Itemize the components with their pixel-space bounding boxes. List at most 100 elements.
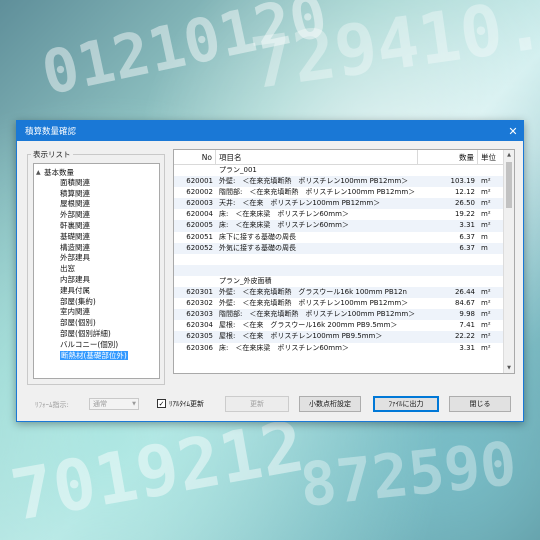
column-header-unit[interactable]: 単位: [478, 150, 506, 164]
cell-name: 床: ＜在来床梁 ポリスチレン60mm＞: [219, 210, 349, 219]
cell-name: 外気に接する基礎の周長: [219, 243, 296, 252]
cell-no: 620051: [186, 232, 213, 241]
cell-unit: m²: [481, 321, 491, 330]
table-row[interactable]: 620304 屋根: ＜在来 グラスウール16k 200mm PB9.5mm＞ 7.…: [174, 320, 514, 331]
cell-name: 外壁: ＜在来充填断熱 グラスウール16k 100mm PB12n: [219, 288, 407, 297]
tree-item[interactable]: 部屋(個別詳細): [34, 329, 159, 340]
tree-item[interactable]: バルコニー(個別): [34, 340, 159, 351]
table-row[interactable]: [174, 264, 514, 276]
close-icon[interactable]: ✕: [503, 121, 523, 141]
cell-no: 620003: [186, 199, 213, 208]
tree-item-label: 室内関連: [60, 307, 90, 317]
cell-name: [216, 254, 418, 265]
display-list-tree[interactable]: ▲ 基本数量 面積関連積算関連 屋根関連 外部関連 軒裏関連 基礎関連 構造関連 外部建具出…: [33, 163, 160, 379]
tree-item-label: 部屋(個別詳細): [60, 328, 111, 338]
tree-root[interactable]: ▲ 基本数量: [34, 167, 159, 178]
quantity-table: No 項目名 数量 単位 プラン_001 620001 外壁: ＜在来充填断熱 ポリ…: [173, 149, 515, 374]
cell-no: 620005: [186, 221, 213, 230]
cell-name: 屋根: ＜在来 グラスウール16k 200mm PB9.5mm＞: [219, 321, 398, 330]
collapse-icon[interactable]: ▲: [36, 169, 44, 176]
column-header-no[interactable]: No: [174, 150, 216, 164]
tree-item-label: 出窓: [60, 264, 75, 274]
background-digits: 01210120: [35, 0, 334, 110]
tree-item[interactable]: 出窓: [34, 264, 159, 275]
cell-no: 620052: [186, 243, 213, 252]
realtime-update-label[interactable]: ﾘｱﾙﾀｲﾑ更新: [169, 399, 204, 409]
tree-item[interactable]: 部屋(集約): [34, 297, 159, 308]
table-row[interactable]: 620002 階間部: ＜在来充填断熱 ポリスチレン100mm PB12mm＞ 12…: [174, 187, 514, 198]
tree-item[interactable]: 室内関連: [34, 307, 159, 318]
cell-qty: 103.19: [450, 177, 476, 186]
cell-unit: m²: [481, 332, 491, 341]
table-row[interactable]: 620302 外壁: ＜在来充填断熱 ポリスチレン100mm PB12mm＞ 84.…: [174, 298, 514, 309]
scroll-up-icon[interactable]: ▲: [504, 150, 514, 160]
tree-item[interactable]: 断熱材(基礎部位外): [34, 350, 159, 362]
column-header-quantity[interactable]: 数量: [418, 150, 478, 164]
cell-unit: m²: [481, 188, 491, 197]
cell-name: 床下に接する基礎の周長: [219, 232, 296, 241]
tree-item[interactable]: 屋根関連: [34, 199, 159, 210]
table-row[interactable]: 620301 外壁: ＜在来充填断熱 グラスウール16k 100mm PB12n 2…: [174, 287, 514, 299]
tree-item-label: 外部建具: [60, 253, 90, 263]
tree-item[interactable]: 部屋(個別): [34, 318, 159, 329]
table-row[interactable]: 620052 外気に接する基礎の周長 6.37 m: [174, 242, 514, 254]
export-file-button[interactable]: ﾌｧｲﾙに出力: [373, 396, 439, 412]
tree-item[interactable]: 面積関連: [34, 178, 159, 189]
cell-name: 天井: ＜在来 ポリスチレン100mm PB12mm＞: [219, 199, 381, 208]
cell-name: 屋根: ＜在来 ポリスチレン100mm PB9.5mm＞: [219, 332, 383, 341]
cell-no: [174, 165, 216, 176]
cell-name: [216, 265, 418, 276]
table-row[interactable]: プラン_外皮面積: [174, 276, 514, 287]
cell-unit: [478, 254, 506, 265]
tree-item[interactable]: 構造関連: [34, 243, 159, 254]
cell-qty: [418, 165, 478, 176]
reform-select[interactable]: 通常 ▼: [89, 398, 139, 410]
table-row[interactable]: 620001 外壁: ＜在来充填断熱 ポリスチレン100mm PB12mm＞ 103…: [174, 176, 514, 188]
cell-no: [174, 276, 216, 287]
cell-qty: [418, 265, 478, 276]
title-bar[interactable]: 積算数量確認 ✕: [17, 121, 523, 141]
tree-item[interactable]: 建具付属: [34, 286, 159, 297]
vertical-scrollbar[interactable]: ▲ ▼: [503, 150, 514, 373]
tree-item-label: 内部建具: [60, 274, 90, 284]
tree-item[interactable]: 外部関連: [34, 210, 159, 221]
reform-label: ﾘﾌｫｰﾑ指示:: [35, 401, 69, 409]
tree-item[interactable]: 積算関連: [34, 189, 159, 200]
chevron-down-icon: ▼: [132, 401, 136, 407]
cell-unit: m²: [481, 221, 491, 230]
cell-qty: 3.31: [459, 221, 475, 230]
table-row[interactable]: 620005 床: ＜在来床梁 ポリスチレン60mm＞ 3.31 m²: [174, 220, 514, 232]
close-button[interactable]: 閉じる: [449, 396, 511, 412]
cell-qty: 3.31: [459, 343, 475, 352]
tree-item[interactable]: 基礎関連: [34, 232, 159, 243]
table-row[interactable]: 620003 天井: ＜在来 ポリスチレン100mm PB12mm＞ 26.50 m²: [174, 198, 514, 210]
tree-item-label: 面積関連: [60, 177, 90, 187]
scroll-down-icon[interactable]: ▼: [504, 363, 514, 373]
decimal-setting-button[interactable]: 小数点桁設定: [299, 396, 361, 412]
table-row[interactable]: 620303 階間部: ＜在来充填断熱 ポリスチレン100mm PB12mm＞ 9.…: [174, 309, 514, 321]
cell-no: 620004: [186, 210, 213, 219]
tree-item[interactable]: 軒裏関連: [34, 221, 159, 232]
column-header-name[interactable]: 項目名: [216, 150, 418, 164]
cell-no: [174, 265, 216, 276]
scroll-thumb[interactable]: [506, 162, 512, 208]
cell-no: 620301: [186, 288, 213, 297]
cell-unit: [478, 265, 506, 276]
tree-item[interactable]: 外部建具: [34, 253, 159, 264]
table-row[interactable]: 620306 床: ＜在来床梁 ポリスチレン60mm＞ 3.31 m²: [174, 343, 514, 354]
realtime-update-checkbox[interactable]: ✓: [157, 399, 166, 408]
table-row[interactable]: 620305 屋根: ＜在来 ポリスチレン100mm PB9.5mm＞ 22.22 m…: [174, 331, 514, 343]
cell-qty: 22.22: [454, 332, 475, 341]
reform-value: 通常: [93, 400, 107, 408]
tree-item[interactable]: 内部建具: [34, 275, 159, 286]
table-row[interactable]: 620004 床: ＜在来床梁 ポリスチレン60mm＞ 19.22 m²: [174, 209, 514, 220]
background-digits: 7019212: [5, 405, 310, 537]
table-row[interactable]: 620051 床下に接する基礎の周長 6.37 m: [174, 232, 514, 243]
cell-unit: m²: [481, 199, 491, 208]
table-row[interactable]: [174, 254, 514, 265]
cell-no: 620306: [186, 343, 213, 352]
table-row[interactable]: プラン_001: [174, 165, 514, 176]
cell-qty: 26.44: [454, 288, 475, 297]
update-button[interactable]: 更新: [225, 396, 289, 412]
cell-unit: m²: [481, 210, 491, 219]
